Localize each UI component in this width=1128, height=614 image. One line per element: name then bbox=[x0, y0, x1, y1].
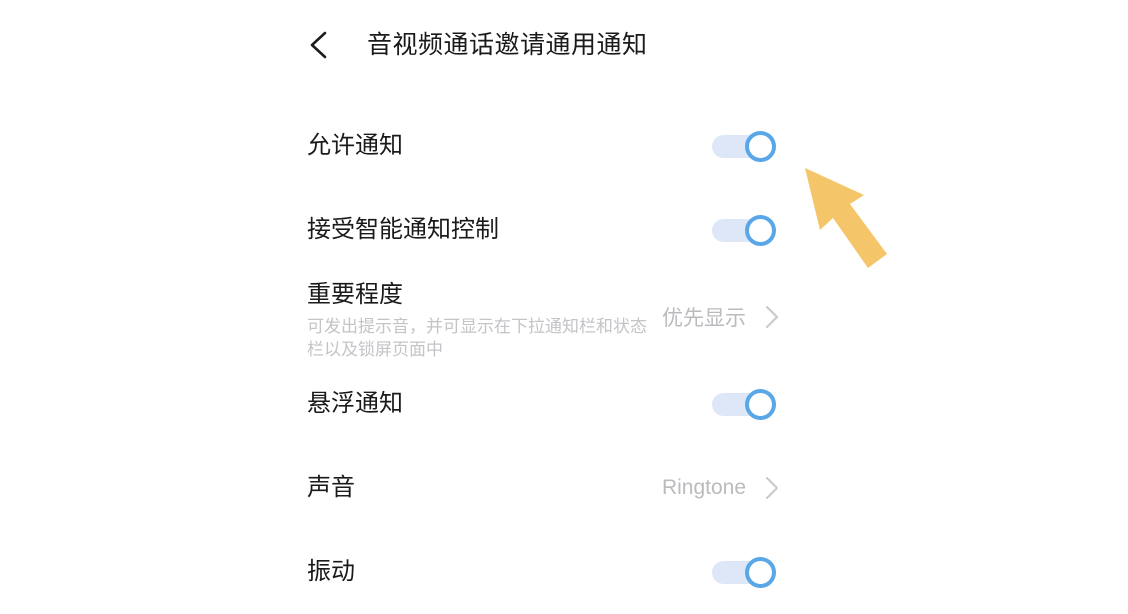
row-control: 优先显示 bbox=[662, 302, 780, 332]
setting-row-vibrate[interactable]: 振动 bbox=[307, 530, 780, 614]
row-label: 允许通知 bbox=[307, 132, 403, 159]
toggle-knob bbox=[745, 130, 776, 162]
row-control bbox=[712, 130, 780, 162]
toggle-knob bbox=[745, 388, 776, 420]
toggle-allow-notifications[interactable] bbox=[712, 130, 776, 162]
row-value-importance: 优先显示 bbox=[662, 307, 746, 330]
setting-row-sound[interactable]: 声音 Ringtone bbox=[307, 446, 780, 530]
setting-row-smart-control[interactable]: 接受智能通知控制 bbox=[307, 188, 780, 272]
row-control bbox=[712, 388, 780, 420]
page-header: 音视频通话邀请通用通知 bbox=[307, 22, 787, 68]
row-text-block: 允许通知 bbox=[307, 131, 712, 161]
row-control bbox=[712, 556, 780, 588]
setting-row-allow-notifications[interactable]: 允许通知 bbox=[307, 104, 780, 188]
row-label: 悬浮通知 bbox=[307, 390, 403, 417]
chevron-left-icon bbox=[307, 30, 329, 60]
arrow-cursor-icon bbox=[798, 160, 898, 275]
row-label: 声音 bbox=[307, 474, 355, 501]
toggle-knob bbox=[745, 214, 776, 246]
row-subtitle: 可发出提示音，并可显示在下拉通知栏和状态栏以及锁屏页面中 bbox=[307, 317, 647, 359]
toggle-knob bbox=[745, 556, 776, 588]
toggle-smart-control[interactable] bbox=[712, 214, 776, 246]
chevron-right-icon bbox=[764, 475, 780, 501]
row-label: 接受智能通知控制 bbox=[307, 216, 499, 243]
back-button[interactable] bbox=[307, 25, 341, 65]
row-text-block: 声音 bbox=[307, 473, 662, 503]
page-title: 音视频通话邀请通用通知 bbox=[367, 30, 648, 59]
row-text-block: 接受智能通知控制 bbox=[307, 215, 712, 245]
row-label: 重要程度 bbox=[307, 281, 403, 308]
row-text-block: 重要程度 可发出提示音，并可显示在下拉通知栏和状态栏以及锁屏页面中 bbox=[307, 280, 662, 361]
row-control: Ringtone bbox=[662, 475, 780, 501]
row-text-block: 悬浮通知 bbox=[307, 389, 712, 419]
toggle-vibrate[interactable] bbox=[712, 556, 776, 588]
settings-screen: 音视频通话邀请通用通知 允许通知 接受智能通知控制 重要程度 可发出提示音，并可… bbox=[0, 0, 1128, 601]
row-value-sound: Ringtone bbox=[661, 476, 746, 499]
row-label: 振动 bbox=[307, 558, 355, 585]
row-control bbox=[712, 214, 780, 246]
settings-list: 允许通知 接受智能通知控制 重要程度 可发出提示音，并可显示在下拉通知栏和状态栏… bbox=[307, 104, 780, 614]
setting-row-floating-notification[interactable]: 悬浮通知 bbox=[307, 362, 780, 446]
row-text-block: 振动 bbox=[307, 557, 712, 587]
toggle-floating-notification[interactable] bbox=[712, 388, 776, 420]
chevron-right-icon bbox=[764, 304, 780, 330]
setting-row-importance[interactable]: 重要程度 可发出提示音，并可显示在下拉通知栏和状态栏以及锁屏页面中 优先显示 bbox=[307, 272, 780, 362]
